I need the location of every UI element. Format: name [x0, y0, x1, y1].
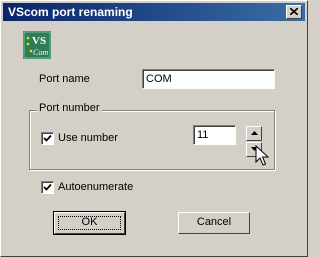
cancel-button[interactable]: Cancel [178, 212, 250, 234]
close-icon [290, 8, 298, 15]
logo-text-bottom: Com [33, 48, 48, 57]
spin-up-button[interactable] [246, 126, 262, 141]
vscom-dialog: VScom port renaming VS Com Port name COM… [0, 0, 308, 257]
ok-button[interactable]: OK [53, 211, 126, 235]
vscom-logo-icon: VS Com [23, 31, 51, 59]
mouse-pointer-icon [255, 145, 269, 166]
port-number-input[interactable]: 11 [193, 125, 236, 145]
autoenumerate-checkbox[interactable] [41, 181, 54, 194]
port-number-value: 11 [197, 129, 209, 141]
arrow-up-icon [251, 131, 258, 135]
title-bar: VScom port renaming [3, 3, 305, 21]
use-number-checkbox[interactable] [41, 132, 54, 145]
autoenumerate-label: Autoenumerate [58, 181, 134, 193]
window-title: VScom port renaming [8, 5, 133, 19]
close-button[interactable] [286, 5, 302, 19]
cancel-button-label: Cancel [196, 216, 232, 228]
checkmark-icon [43, 183, 52, 191]
port-name-value: COM [146, 73, 172, 85]
logo-text-top: VS [32, 35, 46, 47]
focus-rect [58, 216, 121, 230]
port-name-label: Port name [39, 73, 90, 85]
use-number-label: Use number [58, 132, 118, 144]
port-name-input[interactable]: COM [142, 69, 275, 89]
checkmark-icon [43, 134, 52, 142]
port-number-group-label: Port number [37, 102, 102, 114]
